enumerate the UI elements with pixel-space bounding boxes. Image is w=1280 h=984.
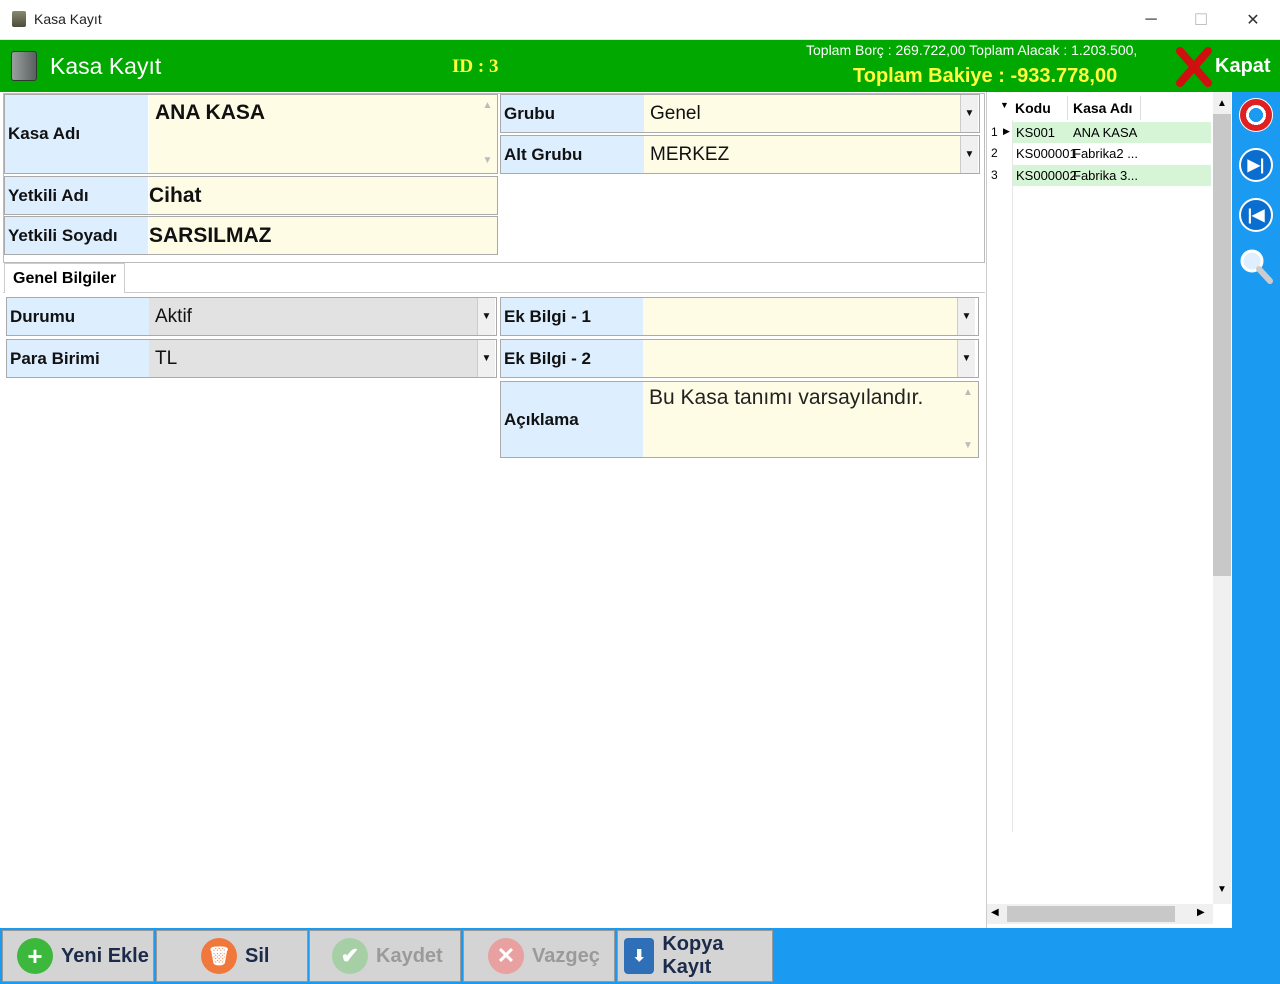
scroll-right-icon[interactable]: ▶ [1197,907,1205,918]
title-bar: Kasa Kayıt ─ ☐ ✕ [0,0,1280,40]
add-icon: + [17,938,53,974]
para-birimi-dropdown-icon[interactable]: ▼ [477,340,495,377]
window-title: Kasa Kayıt [34,11,102,27]
column-header-kasa-adi[interactable]: Kasa Adı [1073,100,1132,116]
column-header-kodu[interactable]: Kodu [1015,100,1051,116]
aciklama-textarea[interactable]: Bu Kasa tanımı varsayılandır. [643,382,958,457]
para-birimi-label: Para Birimi [7,340,149,377]
yetkili-adi-label: Yetkili Adı [5,177,148,214]
table-row[interactable]: KS000002 Fabrika 3... [1013,165,1211,186]
column-divider [1140,96,1141,120]
checkmark-icon: ✔ [332,938,368,974]
kaydet-button[interactable]: ✔ Kaydet [309,930,461,982]
yetkili-adi-input[interactable]: Cihat [149,177,497,214]
grubu-dropdown-icon[interactable]: ▼ [960,95,978,132]
app-icon [12,11,26,27]
yetkili-soyadi-input[interactable]: SARSILMAZ [149,217,497,254]
vazgec-button[interactable]: ✕ Vazgeç [463,930,615,982]
row-number: 3 [991,168,998,182]
table-row[interactable]: KS000001 Fabrika2 ... [1013,143,1211,164]
cell-kodu: KS001 [1016,125,1056,140]
scroll-up-icon[interactable]: ▲ [1213,98,1231,109]
cell-kodu: KS000001 [1016,146,1077,161]
durumu-select[interactable]: Aktif [149,298,477,335]
grubu-select[interactable]: Genel [644,95,960,132]
maximize-button[interactable]: ☐ [1178,0,1224,40]
previous-record-icon[interactable]: |◀ [1239,198,1273,232]
cell-kasa-adi: ANA KASA [1073,125,1138,140]
scroll-thumb[interactable] [1007,906,1175,922]
durumu-label: Durumu [7,298,149,335]
ek-bilgi-1-dropdown-icon[interactable]: ▼ [957,298,975,335]
cell-kasa-adi: Fabrika 3... [1073,168,1139,183]
totals-text: Toplam Borç : 269.722,00 Toplam Alacak :… [806,42,1138,58]
record-id: ID : 3 [452,56,499,77]
row-number: 2 [991,146,998,160]
side-toolbar: ▶| |◀ [1232,92,1280,928]
ek-bilgi-2-select[interactable] [643,340,957,377]
kasa-adi-input[interactable]: ANA KASA [149,95,478,173]
durumu-dropdown-icon[interactable]: ▼ [477,298,495,335]
kasa-adi-scrollbar[interactable]: ▲ ▼ [478,95,497,173]
floppy-copy-icon: ⬇ [624,938,655,974]
sil-label: Sil [245,944,270,967]
help-lifebuoy-icon[interactable] [1239,98,1273,132]
scroll-up-icon[interactable]: ▲ [478,100,497,111]
alt-grubu-dropdown-icon[interactable]: ▼ [960,136,978,173]
tab-divider [3,292,985,293]
alt-grubu-label: Alt Grubu [501,136,644,173]
yeni-ekle-label: Yeni Ekle [61,944,149,967]
alt-grubu-select[interactable]: MERKEZ [644,136,960,173]
sort-icon[interactable]: ▼ [1000,100,1009,110]
scroll-up-icon[interactable]: ▲ [958,387,978,398]
aciklama-label: Açıklama [501,382,643,457]
scroll-down-icon[interactable]: ▼ [1213,884,1231,895]
balance-text: Toplam Bakiye : -933.778,00 [853,65,1118,87]
page-title: Kasa Kayıt [50,53,162,79]
current-row-icon: ▶ [1003,126,1010,136]
sil-button[interactable]: 🗑 Sil [156,930,308,982]
ek-bilgi-2-dropdown-icon[interactable]: ▼ [957,340,975,377]
yeni-ekle-button[interactable]: + Yeni Ekle [2,930,154,982]
column-divider [1067,96,1068,120]
kopya-kayit-label: Kopya Kayıt [662,933,724,978]
scroll-left-icon[interactable]: ◀ [991,907,999,918]
ek-bilgi-1-label: Ek Bilgi - 1 [501,298,643,335]
close-x-icon[interactable] [1176,47,1212,87]
cell-kodu: KS000002 [1016,168,1077,183]
ek-bilgi-2-label: Ek Bilgi - 2 [501,340,643,377]
tab-genel-bilgiler[interactable]: Genel Bilgiler [4,263,126,293]
next-record-icon[interactable]: ▶| [1239,148,1273,182]
close-window-button[interactable]: ✕ [1230,0,1276,40]
record-grid[interactable]: ▼ Kodu Kasa Adı 1 ▶ KS001 ANA KASA 2 KS0… [986,92,1232,928]
aciklama-scrollbar[interactable]: ▲ ▼ [958,382,978,457]
kaydet-label: Kaydet [376,944,443,967]
vazgec-label: Vazgeç [532,944,600,967]
scroll-thumb[interactable] [1213,114,1231,576]
kapat-button[interactable]: Kapat [1215,55,1271,78]
scroll-down-icon[interactable]: ▼ [958,440,978,451]
cancel-x-icon: ✕ [488,938,524,974]
cell-kasa-adi: Fabrika2 ... [1073,146,1139,161]
scroll-down-icon[interactable]: ▼ [478,155,497,166]
yetkili-soyadi-label: Yetkili Soyadı [5,217,148,254]
grid-vertical-scrollbar[interactable]: ▲ ▼ [1213,92,1231,904]
row-number: 1 [991,125,998,139]
trash-icon: 🗑 [201,938,237,974]
table-row[interactable]: KS001 ANA KASA [1013,122,1211,143]
minimize-button[interactable]: ─ [1128,0,1174,40]
kasa-adi-label: Kasa Adı [5,95,148,173]
para-birimi-select[interactable]: TL [149,340,477,377]
kopya-kayit-button[interactable]: ⬇ Kopya Kayıt [617,930,773,982]
grid-horizontal-scrollbar[interactable]: ◀ ▶ [987,904,1213,924]
ek-bilgi-1-select[interactable] [643,298,957,335]
search-icon[interactable] [1239,248,1273,284]
grubu-label: Grubu [501,95,644,132]
row-indicator-divider [1012,120,1013,832]
header-bar: Kasa Kayıt ID : 3 Toplam Borç : 269.722,… [0,40,1280,92]
safe-icon [11,51,37,81]
